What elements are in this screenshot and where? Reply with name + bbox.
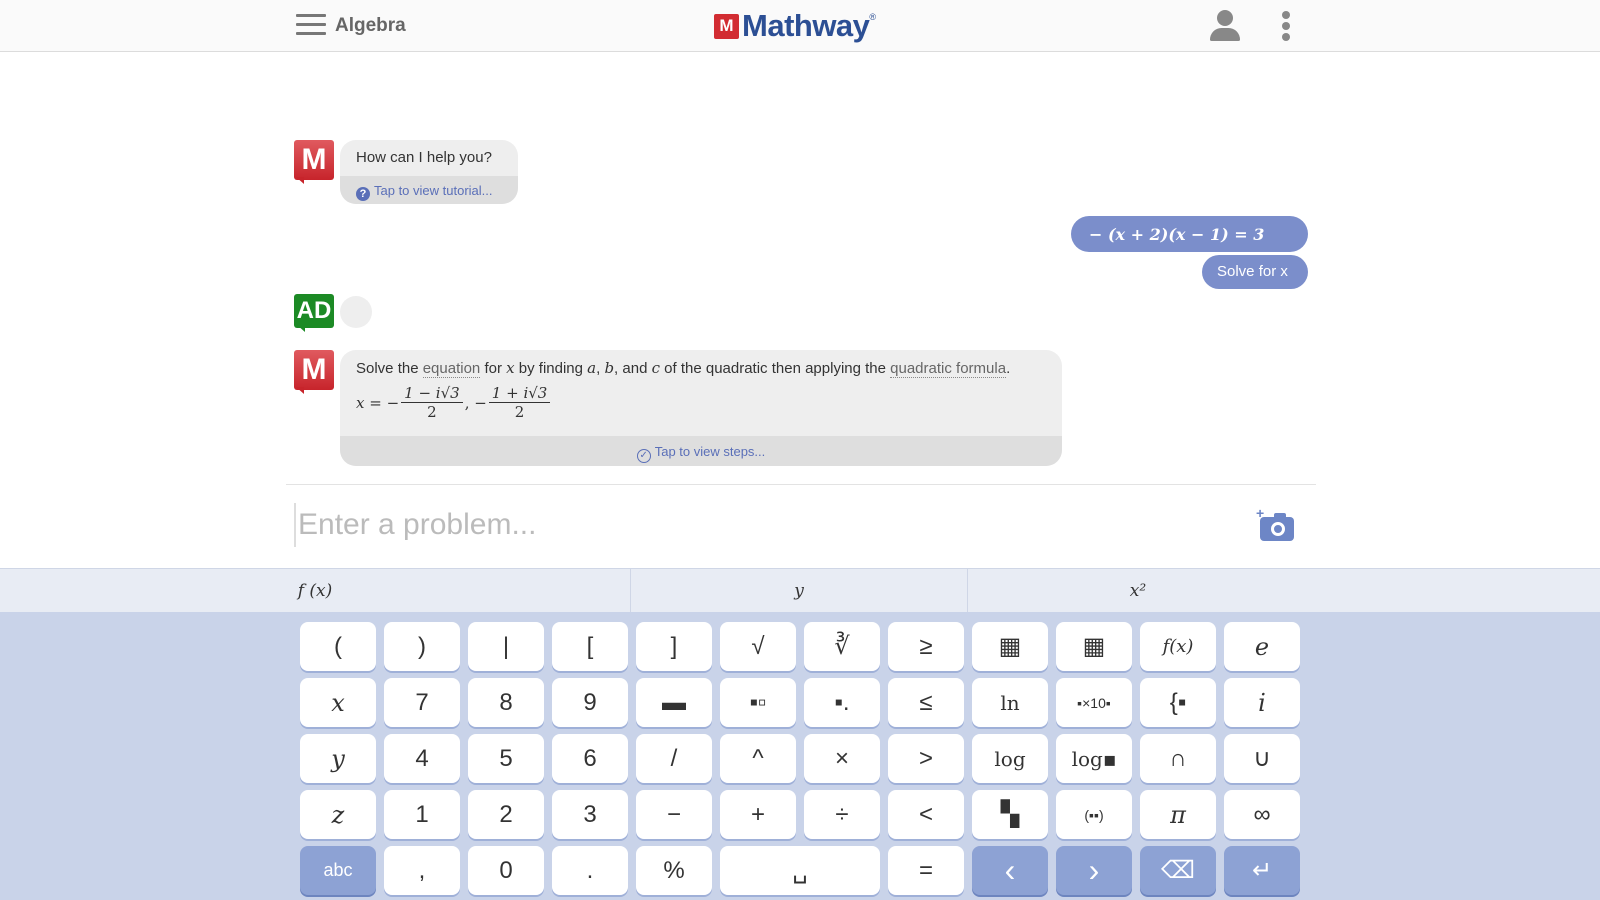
user-account-icon[interactable] bbox=[1208, 10, 1242, 42]
key-union[interactable]: ∪ bbox=[1224, 734, 1300, 783]
quadratic-formula-link[interactable]: quadratic formula bbox=[890, 360, 1007, 378]
key-abc[interactable]: abc bbox=[300, 846, 376, 895]
key-intersection[interactable]: ∩ bbox=[1140, 734, 1216, 783]
ad-placeholder[interactable] bbox=[340, 296, 372, 328]
key-4[interactable]: 4 bbox=[384, 734, 460, 783]
key-log-base[interactable]: log▪ bbox=[1056, 734, 1132, 783]
logo-mark: M bbox=[714, 13, 739, 39]
view-steps-link[interactable]: ✓ Tap to view steps... bbox=[340, 436, 1062, 466]
key-comma[interactable]: , bbox=[384, 846, 460, 895]
key-caret[interactable]: ^ bbox=[720, 734, 796, 783]
key-2[interactable]: 2 bbox=[468, 790, 544, 839]
key-less-equal[interactable]: ≤ bbox=[888, 678, 964, 727]
answer-explanation: Solve the equation for x by finding a, b… bbox=[356, 359, 1011, 378]
key-equals[interactable]: = bbox=[888, 846, 964, 895]
key-square-root[interactable]: √ bbox=[720, 622, 796, 671]
key-ln[interactable]: ln bbox=[972, 678, 1048, 727]
math-keypad: ( ) | [ ] √ ∛ ≥ ▦ ▦ f(x) e x 7 8 9 ▬ ▪▫ … bbox=[0, 612, 1600, 900]
key-divide-slash[interactable]: / bbox=[636, 734, 712, 783]
key-matrix[interactable]: ▦ bbox=[972, 622, 1048, 671]
more-options-icon[interactable] bbox=[1279, 11, 1293, 41]
action-label: Solve for x bbox=[1217, 263, 1288, 280]
key-interval[interactable]: (▪▪) bbox=[1056, 790, 1132, 839]
check-circle-icon: ✓ bbox=[636, 449, 651, 463]
key-x[interactable]: x bbox=[300, 678, 376, 727]
key-cursor-right[interactable]: › bbox=[1056, 846, 1132, 895]
user-problem-bubble[interactable]: − (x + 2)(x − 1) = 3 bbox=[1071, 216, 1308, 252]
help-icon: ? bbox=[356, 187, 370, 201]
key-close-bracket[interactable]: ] bbox=[636, 622, 712, 671]
key-6[interactable]: 6 bbox=[552, 734, 628, 783]
key-plus[interactable]: + bbox=[720, 790, 796, 839]
key-table[interactable]: ▦ bbox=[1056, 622, 1132, 671]
key-open-paren[interactable]: ( bbox=[300, 622, 376, 671]
greeting-text: How can I help you? bbox=[356, 149, 492, 166]
logo-trademark: ® bbox=[869, 12, 877, 22]
tutorial-link-label: Tap to view tutorial... bbox=[374, 183, 493, 198]
equation-link[interactable]: equation bbox=[422, 360, 481, 378]
key-cursor-left[interactable]: ‹ bbox=[972, 846, 1048, 895]
key-piecewise[interactable]: {▪ bbox=[1140, 678, 1216, 727]
key-1[interactable]: 1 bbox=[384, 790, 460, 839]
key-log[interactable]: log bbox=[972, 734, 1048, 783]
key-space[interactable]: ␣ bbox=[720, 846, 880, 895]
tab-function[interactable]: f (x) bbox=[0, 569, 631, 613]
greeting-bubble: How can I help you? ? Tap to view tutoria… bbox=[340, 140, 518, 204]
key-divide[interactable]: ÷ bbox=[804, 790, 880, 839]
problem-expression: − (x + 2)(x − 1) = 3 bbox=[1089, 225, 1265, 244]
key-3[interactable]: 3 bbox=[552, 790, 628, 839]
key-greater-than[interactable]: > bbox=[888, 734, 964, 783]
key-mixed-number[interactable]: ▚ bbox=[972, 790, 1048, 839]
key-cube-root[interactable]: ∛ bbox=[804, 622, 880, 671]
tutorial-link[interactable]: ? Tap to view tutorial... bbox=[340, 176, 518, 204]
camera-icon[interactable]: + bbox=[1256, 506, 1296, 543]
tab-y[interactable]: y bbox=[631, 569, 968, 613]
key-minus[interactable]: − bbox=[636, 790, 712, 839]
chat-area: M How can I help you? ? Tap to view tutor… bbox=[286, 52, 1316, 484]
ad-badge-icon: AD bbox=[294, 294, 334, 334]
key-multiply[interactable]: × bbox=[804, 734, 880, 783]
top-bar: Algebra M Mathway ® bbox=[0, 0, 1600, 52]
subject-title[interactable]: Algebra bbox=[335, 15, 406, 37]
key-e[interactable]: e bbox=[1224, 622, 1300, 671]
key-0[interactable]: 0 bbox=[468, 846, 544, 895]
key-7[interactable]: 7 bbox=[384, 678, 460, 727]
key-greater-equal[interactable]: ≥ bbox=[888, 622, 964, 671]
key-less-than[interactable]: < bbox=[888, 790, 964, 839]
problem-input-row: + bbox=[286, 484, 1316, 568]
problem-input[interactable] bbox=[294, 503, 1194, 547]
key-infinity[interactable]: ∞ bbox=[1224, 790, 1300, 839]
keypad-tabs: f (x) y x² bbox=[0, 568, 1600, 613]
key-9[interactable]: 9 bbox=[552, 678, 628, 727]
solve-for-x-bubble[interactable]: Solve for x bbox=[1202, 255, 1308, 289]
key-fraction[interactable]: ▬ bbox=[636, 678, 712, 727]
key-subscript[interactable]: ▪. bbox=[804, 678, 880, 727]
key-open-bracket[interactable]: [ bbox=[552, 622, 628, 671]
key-exponent[interactable]: ▪▫ bbox=[720, 678, 796, 727]
key-decimal[interactable]: . bbox=[552, 846, 628, 895]
tab-x-squared[interactable]: x² bbox=[968, 569, 1308, 613]
key-pi[interactable]: π bbox=[1140, 790, 1216, 839]
answer-result: x = − 1 − i√3 2 , − 1 + i√3 2 bbox=[356, 384, 552, 421]
key-close-paren[interactable]: ) bbox=[384, 622, 460, 671]
key-z[interactable]: z bbox=[300, 790, 376, 839]
key-5[interactable]: 5 bbox=[468, 734, 544, 783]
hamburger-menu-icon[interactable] bbox=[296, 14, 326, 36]
key-enter[interactable]: ↵ bbox=[1224, 846, 1300, 895]
key-percent[interactable]: % bbox=[636, 846, 712, 895]
key-8[interactable]: 8 bbox=[468, 678, 544, 727]
answer-bubble: Solve the equation for x by finding a, b… bbox=[340, 350, 1062, 466]
mathway-avatar-icon: M bbox=[294, 350, 334, 394]
key-scientific-notation[interactable]: ▪×10▪ bbox=[1056, 678, 1132, 727]
key-backspace[interactable]: ⌫ bbox=[1140, 846, 1216, 895]
mathway-logo: M Mathway ® bbox=[714, 8, 876, 44]
key-function[interactable]: f(x) bbox=[1140, 622, 1216, 671]
key-absolute-value[interactable]: | bbox=[468, 622, 544, 671]
mathway-avatar-icon: M bbox=[294, 140, 334, 184]
logo-text: Mathway bbox=[742, 8, 870, 43]
view-steps-label: Tap to view steps... bbox=[654, 444, 766, 459]
key-y[interactable]: y bbox=[300, 734, 376, 783]
key-i[interactable]: i bbox=[1224, 678, 1300, 727]
